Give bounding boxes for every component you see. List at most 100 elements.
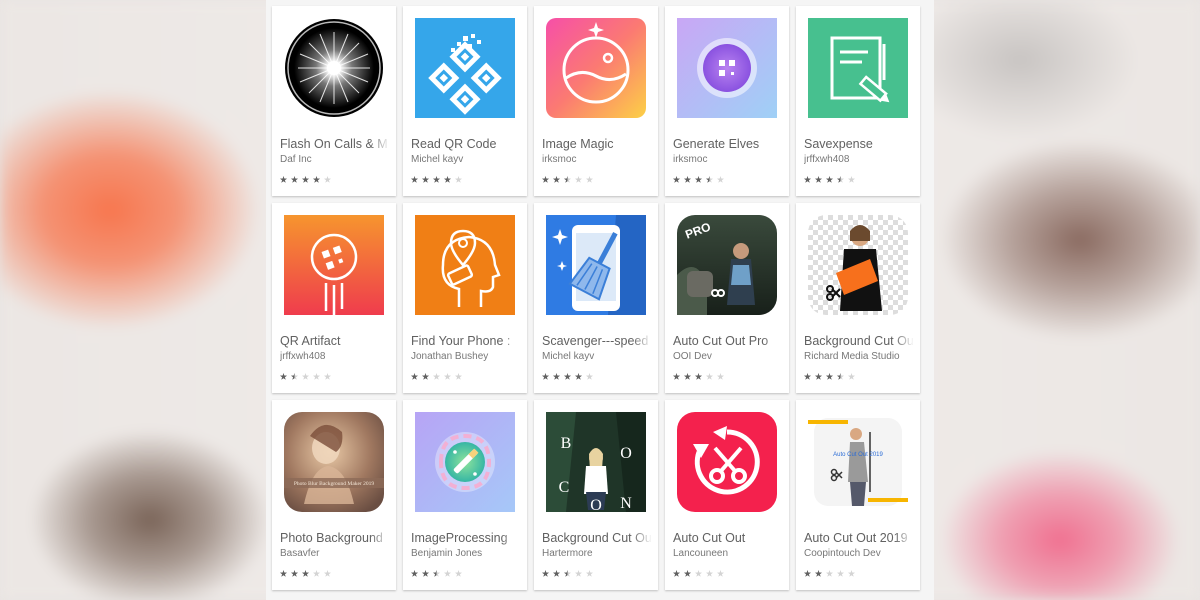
- app-developer: jrffxwh408: [280, 351, 326, 362]
- notepad-pen-icon: [808, 18, 908, 118]
- star-icon: [433, 570, 440, 577]
- app-developer: Jonathan Bushey: [411, 351, 489, 362]
- photo-blur-icon: Photo Blur Background Maker 2019: [284, 412, 384, 512]
- app-title: Savexpense: [804, 137, 873, 151]
- star-icon: [564, 373, 571, 380]
- rating-stars: [673, 570, 728, 580]
- app-card[interactable]: ImageProcessing Benjamin Jones: [403, 400, 527, 590]
- app-card[interactable]: Savexpense jrffxwh408: [796, 6, 920, 196]
- rating-stars: [542, 373, 597, 383]
- star-icon: [280, 176, 287, 183]
- star-icon: [302, 570, 309, 577]
- star-icon: [324, 373, 331, 380]
- app-card[interactable]: Image Magic irksmoc: [534, 6, 658, 196]
- app-card[interactable]: Find Your Phone : Jonathan Bushey: [403, 203, 527, 393]
- star-icon: [575, 176, 582, 183]
- app-title: Auto Cut Out 2019: [804, 531, 908, 545]
- star-icon: [302, 373, 309, 380]
- star-icon: [553, 373, 560, 380]
- app-developer: Benjamin Jones: [411, 548, 483, 559]
- qr-orb-icon: [677, 18, 777, 118]
- bocon-letter: O: [620, 445, 632, 462]
- find-phone-icon: [415, 215, 515, 315]
- bocon-letter: N: [620, 495, 632, 512]
- star-icon: [706, 373, 713, 380]
- star-icon: [815, 176, 822, 183]
- star-icon: [313, 570, 320, 577]
- star-icon: [422, 570, 429, 577]
- star-icon: [291, 176, 298, 183]
- app-card[interactable]: Photo Blur Background Maker 2019 Photo B…: [272, 400, 396, 590]
- star-icon: [542, 570, 549, 577]
- auto-cut-2019-icon: Auto Cut Out 2019: [808, 412, 908, 512]
- scissors-rotate-icon: [677, 412, 777, 512]
- rating-stars: [673, 176, 728, 186]
- app-card[interactable]: Auto Cut Out 2019 Auto Cut Out 2019 Coop…: [796, 400, 920, 590]
- rating-stars: [280, 176, 335, 186]
- app-developer: OOI Dev: [673, 351, 712, 362]
- app-title: Find Your Phone :: [411, 334, 511, 348]
- app-developer: Daf Inc: [280, 154, 312, 165]
- star-icon: [815, 373, 822, 380]
- star-icon: [826, 570, 833, 577]
- app-grid: Flash On Calls & M Daf Inc Read QR Code …: [272, 6, 920, 590]
- star-icon: [673, 570, 680, 577]
- photo-blur-caption: Photo Blur Background Maker 2019: [294, 481, 375, 487]
- star-icon: [586, 176, 593, 183]
- star-icon: [455, 570, 462, 577]
- star-icon: [324, 176, 331, 183]
- star-icon: [411, 570, 418, 577]
- rating-stars: [804, 176, 859, 186]
- app-card[interactable]: Auto Cut Out Lancouneen: [665, 400, 789, 590]
- auto-cut-2019-caption: Auto Cut Out 2019: [833, 452, 883, 458]
- star-icon: [455, 373, 462, 380]
- app-developer: Coopintouch Dev: [804, 548, 881, 559]
- star-icon: [586, 570, 593, 577]
- star-icon: [848, 570, 855, 577]
- star-icon: [804, 373, 811, 380]
- bocon-letter: O: [590, 497, 602, 512]
- app-card[interactable]: Scavenger---speed Michel kayv: [534, 203, 658, 393]
- star-icon: [695, 570, 702, 577]
- star-icon: [313, 176, 320, 183]
- star-icon: [542, 373, 549, 380]
- star-icon: [411, 373, 418, 380]
- app-developer: jrffxwh408: [804, 154, 850, 165]
- app-developer: Lancouneen: [673, 548, 729, 559]
- app-developer: Richard Media Studio: [804, 351, 900, 362]
- star-icon: [684, 570, 691, 577]
- rating-stars: [411, 373, 466, 383]
- star-icon: [706, 176, 713, 183]
- rating-stars: [542, 176, 597, 186]
- app-developer: Basavfer: [280, 548, 320, 559]
- app-card[interactable]: Background Cut Ou Richard Media Studio: [796, 203, 920, 393]
- star-icon: [837, 570, 844, 577]
- star-icon: [717, 176, 724, 183]
- star-icon: [717, 373, 724, 380]
- star-icon: [575, 570, 582, 577]
- star-icon: [455, 176, 462, 183]
- star-icon: [280, 570, 287, 577]
- bocon-letter: C: [559, 479, 570, 496]
- star-icon: [575, 373, 582, 380]
- rating-stars: [280, 570, 335, 580]
- app-title: Background Cut Ou: [542, 531, 652, 545]
- app-card[interactable]: B O C O N Background Cut Ou Hartermore: [534, 400, 658, 590]
- app-card[interactable]: Flash On Calls & M Daf Inc: [272, 6, 396, 196]
- app-title: Photo Background: [280, 531, 383, 545]
- app-card[interactable]: Read QR Code Michel kayv: [403, 6, 527, 196]
- app-developer: irksmoc: [542, 154, 577, 165]
- app-card[interactable]: PRO Auto Cut Out Pro OOI Dev: [665, 203, 789, 393]
- star-icon: [433, 373, 440, 380]
- star-icon: [695, 373, 702, 380]
- star-icon: [444, 176, 451, 183]
- star-icon: [553, 176, 560, 183]
- rating-stars: [542, 570, 597, 580]
- star-icon: [717, 570, 724, 577]
- star-icon: [542, 176, 549, 183]
- star-icon: [684, 373, 691, 380]
- app-card[interactable]: QR Artifact jrffxwh408: [272, 203, 396, 393]
- app-card[interactable]: Generate Elves irksmoc: [665, 6, 789, 196]
- qr-code-icon: [415, 18, 515, 118]
- image-processing-icon: [415, 412, 515, 512]
